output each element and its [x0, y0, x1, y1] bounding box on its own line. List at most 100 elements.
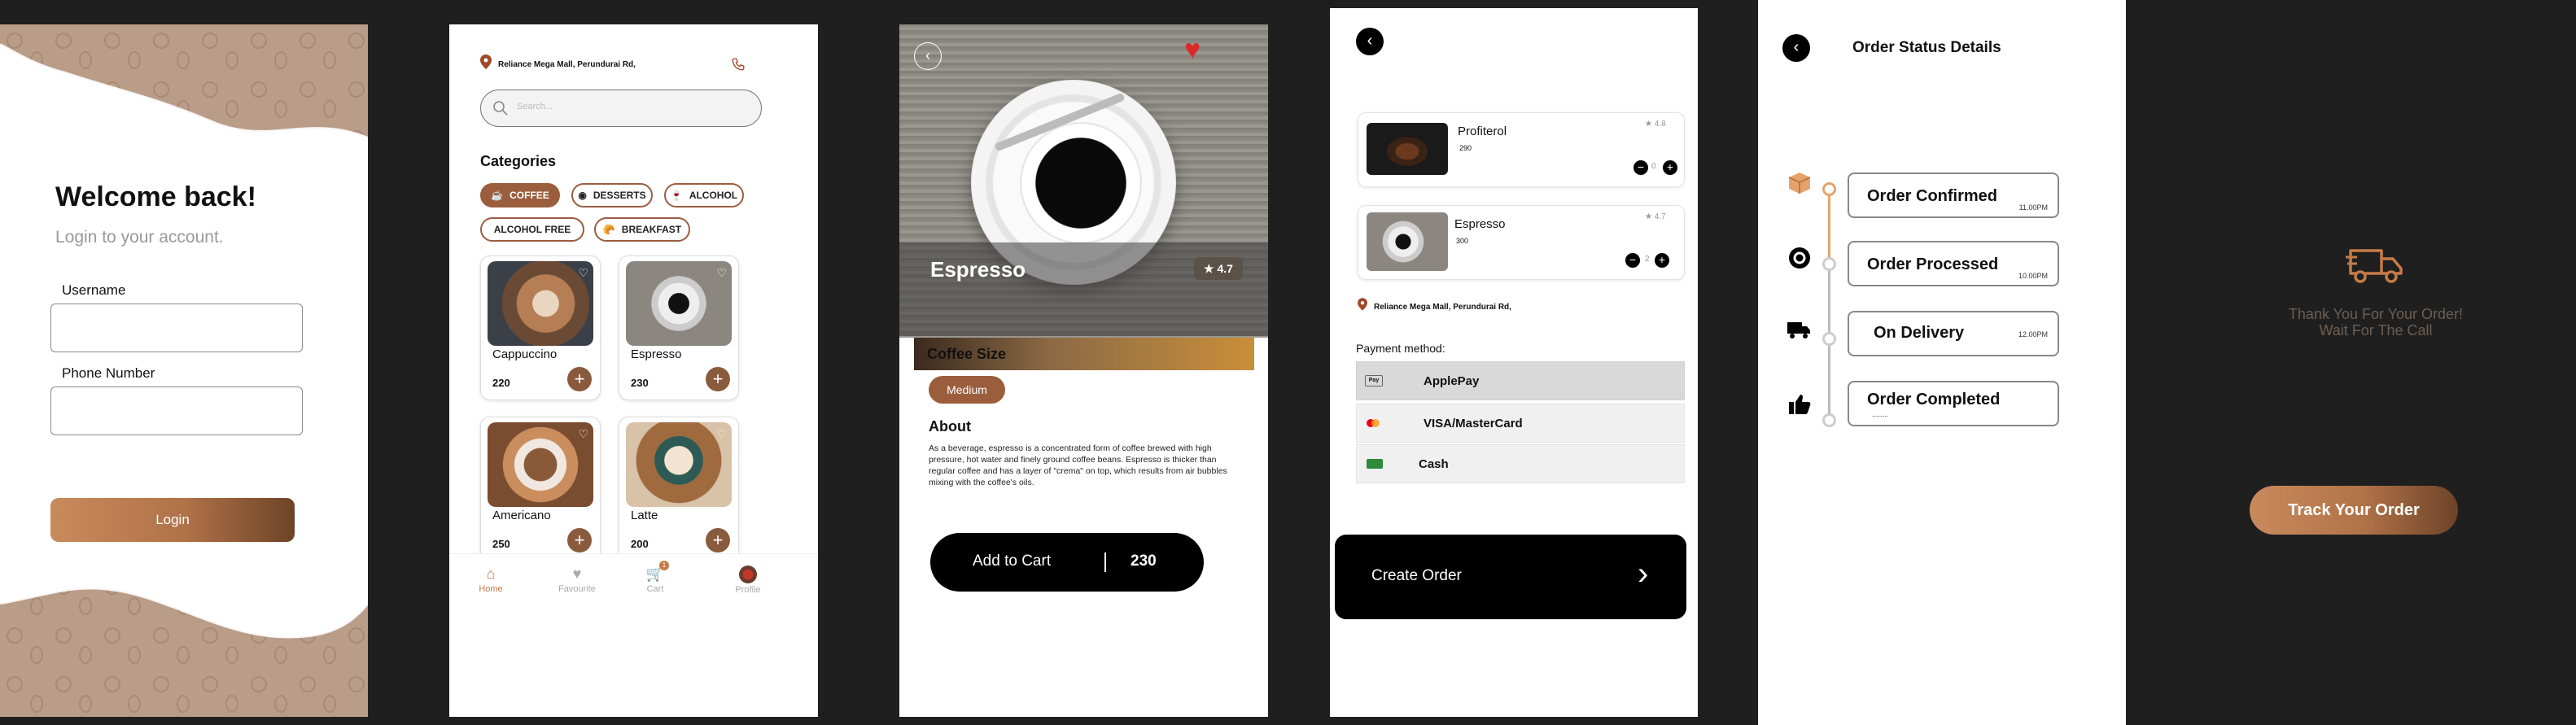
payment-option-applepay[interactable]: Pay ApplePay [1356, 361, 1685, 400]
profiterol-image [1367, 123, 1448, 175]
product-name: Espresso [930, 257, 1026, 282]
thank-you-message: Thank You For Your Order! Wait For The C… [2288, 306, 2464, 338]
status-order-processed: Order Processed 10.00PM [1848, 241, 2059, 286]
minus-button[interactable]: − [1634, 160, 1648, 175]
phone-label: Phone Number [62, 365, 155, 381]
product-card[interactable]: ♡ Americano 250 + [480, 417, 601, 561]
product-card[interactable]: ♡ Latte 200 + [619, 417, 739, 561]
category-alcohol[interactable]: 🍷 ALCOHOL [664, 183, 744, 207]
category-alcohol-free[interactable]: ALCOHOL FREE [480, 217, 584, 242]
avatar [739, 566, 757, 583]
track-order-button[interactable]: Track Your Order [2250, 486, 2458, 535]
dessert-icon: ◉ [578, 190, 587, 201]
username-label: Username [62, 282, 126, 298]
payment-option-visa-mastercard[interactable]: VISA/MasterCard [1356, 404, 1685, 443]
username-field[interactable] [50, 304, 303, 352]
top-wave-decoration [0, 24, 368, 140]
applepay-icon: Pay [1365, 375, 1383, 387]
payment-option-cash[interactable]: Cash [1356, 444, 1685, 483]
location-text: Reliance Mega Mall, Perundurai Rd, [1374, 303, 1511, 312]
timeline-dot [1822, 413, 1836, 427]
about-title: About [929, 418, 971, 435]
product-price: 250 [492, 538, 510, 550]
add-to-cart-button[interactable]: + [567, 528, 592, 552]
about-text: As a beverage, espresso is a concentrate… [929, 443, 1227, 487]
phone-icon[interactable] [731, 57, 746, 72]
status-order-confirmed: Order Confirmed 11.00PM [1848, 173, 2059, 218]
item-name: Profiterol [1458, 124, 1507, 138]
add-to-cart-button[interactable]: Add to Cart 230 [930, 533, 1204, 592]
nav-profile[interactable]: Profile [719, 566, 776, 595]
create-order-button[interactable]: Create Order › [1335, 535, 1686, 619]
product-card[interactable]: ♡ Espresso 230 + [619, 255, 739, 400]
location-pin-icon [480, 55, 492, 69]
product-name: Americano [492, 509, 551, 522]
favorite-heart-icon[interactable]: ♥ [1184, 34, 1201, 66]
search-placeholder: Search... [517, 102, 553, 111]
heart-icon: ♥ [572, 566, 582, 582]
bottom-wave-decoration [0, 586, 368, 717]
timeline-dot-active [1822, 182, 1836, 196]
location-text: Reliance Mega Mall, Perundurai Rd, [498, 60, 636, 69]
back-button[interactable]: ‹ [914, 42, 942, 70]
star-icon: ★ [1645, 212, 1655, 221]
coffee-cup [1020, 122, 1142, 244]
add-to-cart-button[interactable]: + [567, 367, 592, 391]
phone-field[interactable] [50, 387, 303, 435]
delivery-truck-icon [2346, 249, 2403, 283]
search-icon [493, 101, 508, 116]
nav-home[interactable]: ⌂ Home [462, 566, 519, 594]
login-button[interactable]: Login [50, 498, 295, 542]
heart-icon[interactable]: ♡ [578, 266, 588, 280]
category-breakfast[interactable]: 🥐 BREAKFAST [594, 217, 690, 242]
product-name: Espresso [631, 347, 682, 361]
plus-button[interactable]: + [1663, 160, 1677, 175]
add-to-cart-button[interactable]: + [706, 528, 730, 552]
timeline-dot [1822, 257, 1836, 271]
breakfast-icon: 🥐 [602, 224, 615, 235]
heart-icon[interactable]: ♡ [716, 427, 727, 441]
home-icon: ⌂ [486, 566, 496, 582]
product-card[interactable]: ♡ Cappuccino 220 + [480, 255, 601, 400]
plus-button[interactable]: + [1655, 253, 1669, 268]
product-detail-screen: ‹ ♥ Espresso ★ 4.7 Coffee Size Medium Ab… [899, 24, 1268, 717]
item-rating: ★ 4.7 [1645, 212, 1666, 221]
login-screen: Welcome back! Login to your account. Use… [0, 24, 368, 717]
bottom-nav: ⌂ Home ♥ Favourite 🛒 1 Cart Profile [449, 553, 818, 610]
coffee-cup-icon: ☕ [491, 190, 504, 201]
quantity-value: 0 [1651, 162, 1656, 171]
payment-label: Payment method: [1356, 342, 1445, 355]
product-price: 200 [631, 538, 649, 550]
size-option-medium[interactable]: Medium [929, 376, 1005, 404]
divider [1104, 552, 1106, 572]
status-order-completed: Order Completed ........ [1848, 381, 2059, 426]
nav-favourite[interactable]: ♥ Favourite [549, 566, 606, 594]
category-desserts[interactable]: ◉ DESSERTS [571, 183, 653, 207]
status-on-delivery: On Delivery 12.00PM [1848, 311, 2059, 356]
item-name: Espresso [1454, 217, 1506, 231]
product-price: 220 [492, 377, 510, 389]
cart-item: Espresso 300 ★ 4.7 − 2 + [1358, 205, 1685, 280]
add-to-cart-button[interactable]: + [706, 367, 730, 391]
heart-icon[interactable]: ♡ [578, 427, 588, 441]
back-button[interactable]: ‹ [1356, 28, 1384, 55]
coffee-size-band: Coffee Size [914, 338, 1254, 370]
category-coffee[interactable]: ☕ COFFEE [480, 183, 560, 207]
nav-cart[interactable]: 🛒 1 Cart [627, 561, 684, 594]
star-icon: ★ [1645, 120, 1655, 129]
product-price: 230 [631, 377, 649, 389]
timeline-line-active [1828, 189, 1830, 257]
home-screen: Reliance Mega Mall, Perundurai Rd, Searc… [449, 24, 818, 717]
back-button[interactable]: ‹ [1782, 34, 1810, 62]
timeline-dot [1822, 332, 1836, 346]
quantity-value: 2 [1645, 255, 1650, 264]
wine-glass-icon: 🍷 [670, 190, 683, 201]
coffee-size-title: Coffee Size [927, 346, 1007, 362]
page-subtitle: Login to your account. [55, 228, 224, 247]
minus-button[interactable]: − [1625, 253, 1640, 268]
truck-icon [1787, 322, 1810, 338]
mastercard-icon [1365, 417, 1383, 429]
product-name: Latte [631, 509, 658, 522]
heart-icon[interactable]: ♡ [716, 266, 727, 280]
search-input[interactable]: Search... [480, 90, 762, 127]
